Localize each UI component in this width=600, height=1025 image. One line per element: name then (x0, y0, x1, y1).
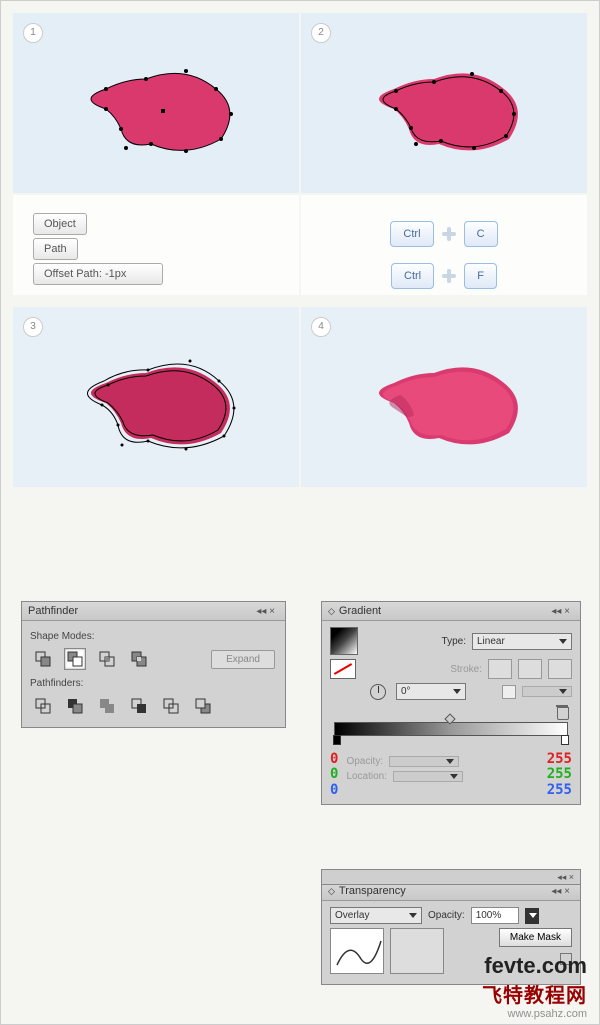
aspect-ratio-icon[interactable] (502, 685, 516, 699)
step-number-badge: 1 (23, 23, 43, 43)
angle-icon (370, 684, 386, 700)
expand-button[interactable]: Expand (211, 650, 275, 669)
watermark: fevte.com 飞特教程网 www.psahz.com (482, 953, 587, 1020)
step-number-badge: 2 (311, 23, 331, 43)
blob-shape-1 (66, 49, 246, 169)
stroke-across-icon[interactable] (548, 659, 572, 679)
aspect-input (522, 686, 572, 697)
opacity-slider-toggle[interactable] (525, 908, 539, 924)
plus-icon (441, 268, 457, 284)
key-row: Ctrl F (321, 255, 567, 289)
rgb-r-left: 0 (330, 752, 338, 767)
dropdown-value: Linear (477, 636, 505, 647)
transparency-thumb[interactable] (330, 928, 384, 974)
angle-input[interactable]: 0° (396, 683, 466, 700)
ctrl-key: Ctrl (391, 263, 434, 289)
stroke-label: Stroke: (450, 664, 482, 675)
stop-location-input (393, 771, 463, 782)
step-number-badge: 3 (23, 317, 43, 337)
gradient-stop-black[interactable] (333, 735, 341, 745)
gradient-type-dropdown[interactable]: Linear (472, 633, 572, 650)
gradient-midpoint-handle[interactable] (445, 713, 456, 724)
blob-shape-3 (66, 343, 246, 463)
stroke-within-icon[interactable] (488, 659, 512, 679)
outline-icon[interactable] (160, 695, 182, 717)
watermark-brand-en: fevte.com (482, 953, 587, 979)
intersect-icon[interactable] (96, 648, 118, 670)
opacity-label: Opacity: (428, 910, 465, 921)
c-key: C (464, 221, 498, 247)
panel-collapse-icon[interactable]: ◂◂ × (256, 606, 279, 617)
collapsed-panel[interactable]: ◂◂ × (321, 869, 581, 885)
no-fill-swatch[interactable] (330, 659, 356, 679)
gradient-swatch[interactable] (330, 627, 358, 655)
blend-mode-dropdown[interactable]: Overlay (330, 907, 422, 924)
stop-opacity-input (389, 756, 459, 767)
gradient-stop-white[interactable] (561, 735, 569, 745)
gradient-tab-icon: ◇ (328, 606, 335, 617)
trim-icon[interactable] (64, 695, 86, 717)
rgb-b-left: 0 (330, 783, 338, 798)
location-label: Location: (346, 771, 387, 782)
panel-collapse-icon[interactable]: ◂◂ × (551, 606, 574, 617)
rgb-b-right: 255 (547, 783, 572, 798)
panel-collapse-icon[interactable]: ◂◂ × (551, 886, 574, 897)
mask-thumb[interactable] (390, 928, 444, 974)
opacity-label: Opacity: (346, 756, 383, 767)
blob-shape-4 (354, 343, 534, 463)
plus-icon (441, 226, 457, 242)
blob-shape-2 (354, 49, 534, 169)
step-panel-1: 1 (13, 13, 299, 193)
watermark-url: www.psahz.com (482, 1008, 587, 1020)
panel-header[interactable]: Pathfinder ◂◂ × (22, 602, 285, 621)
step-panel-3: 3 (13, 307, 299, 487)
step-number-badge: 4 (311, 317, 331, 337)
panel-title: Gradient (339, 605, 381, 617)
unite-icon[interactable] (32, 648, 54, 670)
pathfinders-label: Pathfinders: (30, 678, 277, 689)
step-panel-4: 4 (301, 307, 587, 487)
opacity-input[interactable]: 100% (471, 907, 519, 924)
shape-modes-label: Shape Modes: (30, 631, 277, 642)
rgb-r-right: 255 (547, 752, 572, 767)
object-path-panel: Object Path Offset Path: -1px (13, 195, 299, 295)
angle-value: 0° (401, 686, 411, 697)
pathfinder-panel: Pathfinder ◂◂ × Shape Modes: Expand Path… (21, 601, 286, 728)
path-menu-button[interactable]: Path (33, 238, 78, 260)
blend-mode-value: Overlay (335, 910, 369, 921)
minus-front-icon[interactable] (64, 648, 86, 670)
rgb-g-right: 255 (547, 767, 572, 782)
key-row: Ctrl C (321, 213, 567, 247)
gradient-panel: ◇ Gradient ◂◂ × Type: Linear Stroke: 0° (321, 601, 581, 805)
stroke-along-icon[interactable] (518, 659, 542, 679)
transparency-tab-icon: ◇ (328, 886, 335, 897)
type-label: Type: (442, 636, 466, 647)
step-panel-2: 2 (301, 13, 587, 193)
gradient-slider[interactable] (334, 722, 568, 736)
delete-stop-icon[interactable] (556, 704, 568, 718)
panel-title: Transparency (339, 885, 406, 897)
object-menu-button[interactable]: Object (33, 213, 87, 235)
crop-icon[interactable] (128, 695, 150, 717)
exclude-icon[interactable] (128, 648, 150, 670)
keyboard-shortcut-panel: Ctrl C Ctrl F (301, 195, 587, 295)
panel-title: Pathfinder (28, 605, 78, 617)
f-key: F (464, 263, 497, 289)
panel-header[interactable]: ◇ Gradient ◂◂ × (322, 602, 580, 621)
ctrl-key: Ctrl (390, 221, 433, 247)
rgb-g-left: 0 (330, 767, 338, 782)
watermark-brand-cn: 飞特教程网 (482, 979, 587, 1008)
make-mask-button[interactable]: Make Mask (499, 928, 572, 947)
divide-icon[interactable] (32, 695, 54, 717)
merge-icon[interactable] (96, 695, 118, 717)
offset-path-button[interactable]: Offset Path: -1px (33, 263, 163, 285)
minus-back-icon[interactable] (192, 695, 214, 717)
